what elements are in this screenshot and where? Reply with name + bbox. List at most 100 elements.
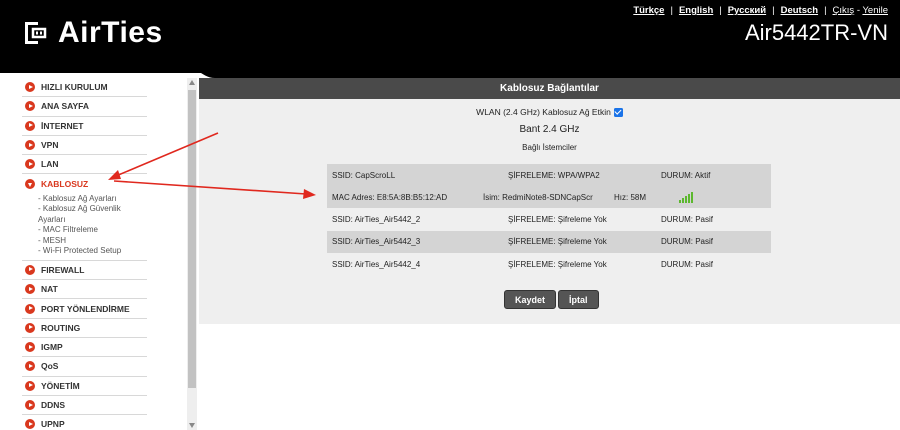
ssid-row: SSID: AirTies_Air5442_4 ŞİFRELEME: Şifre… bbox=[327, 253, 771, 276]
subnav-mac-filter[interactable]: - MAC Filtreleme bbox=[38, 225, 147, 236]
ssid-row: SSID: AirTies_Air5442_2 ŞİFRELEME: Şifre… bbox=[327, 208, 771, 231]
scroll-up-icon[interactable] bbox=[189, 80, 195, 85]
ssid-name: SSID: CapScroLL bbox=[332, 170, 396, 180]
ssid-status: DURUM: Pasif bbox=[661, 259, 714, 269]
nav-label: HIZLI KURULUM bbox=[41, 82, 108, 93]
ssid-security: ŞİFRELEME: Şifreleme Yok bbox=[508, 214, 607, 224]
arrow-right-icon bbox=[25, 284, 35, 295]
arrow-right-icon bbox=[25, 380, 35, 391]
lang-turkish-link[interactable]: Türkçe bbox=[633, 5, 664, 16]
ssid-row: SSID: CapScroLL ŞİFRELEME: WPA/WPA2 DURU… bbox=[327, 164, 771, 208]
panel-title: Kablosuz Bağlantılar bbox=[199, 78, 900, 99]
arrow-right-icon bbox=[25, 264, 35, 275]
nav-label: YÖNETİM bbox=[41, 380, 80, 391]
model-name: Air5442TR-VN bbox=[744, 20, 888, 45]
arrow-right-icon bbox=[25, 361, 35, 372]
client-mac: MAC Adres: E8:5A:8B:B5:12:AD bbox=[332, 192, 448, 202]
nav-item-firewall[interactable]: FIREWALL bbox=[22, 261, 147, 281]
ssid-row: SSID: AirTies_Air5442_3 ŞİFRELEME: Şifre… bbox=[327, 230, 771, 253]
ssid-name: SSID: AirTies_Air5442_2 bbox=[332, 214, 421, 224]
nav-item-quick-setup[interactable]: HIZLI KURULUM bbox=[22, 78, 147, 98]
nav-label: KABLOSUZ bbox=[41, 179, 89, 190]
ssid-name: SSID: AirTies_Air5442_4 bbox=[332, 259, 421, 269]
subnav-wireless-security[interactable]: - Kablosuz Ağ Güvenlik Ayarları bbox=[38, 204, 147, 225]
nav-label: DDNS bbox=[41, 400, 66, 410]
subnav-wireless-settings[interactable]: - Kablosuz Ağ Ayarları bbox=[38, 194, 147, 205]
logout-refresh-separator: - bbox=[856, 5, 860, 16]
nav-label: ANA SAYFA bbox=[41, 101, 90, 112]
airties-logo: AirTies bbox=[22, 16, 163, 50]
scroll-down-icon[interactable] bbox=[189, 423, 195, 428]
nav-label: IGMP bbox=[41, 342, 63, 353]
ssid-status: DURUM: Aktif bbox=[661, 170, 711, 180]
nav-label: QoS bbox=[41, 361, 59, 372]
nav-label: LAN bbox=[41, 159, 59, 170]
wireless-submenu: - Kablosuz Ağ Ayarları - Kablosuz Ağ Güv… bbox=[22, 194, 147, 261]
arrow-right-icon bbox=[25, 101, 35, 112]
wlan-enable-label: WLAN (2.4 GHz) Kablosuz Ağ Etkin bbox=[476, 107, 611, 117]
arrow-right-icon bbox=[25, 120, 35, 131]
nav-item-management[interactable]: YÖNETİM bbox=[22, 377, 147, 396]
nav-label: UPNP bbox=[41, 419, 65, 430]
nav-label: FIREWALL bbox=[41, 264, 85, 275]
arrow-right-icon bbox=[25, 342, 35, 353]
nav-label: ROUTING bbox=[41, 322, 81, 333]
ssid-security: ŞİFRELEME: Şifreleme Yok bbox=[508, 259, 607, 269]
sidebar-nav: HIZLI KURULUM ANA SAYFA İNTERNET VPN LAN… bbox=[22, 78, 147, 430]
wireless-connections-panel: Kablosuz Bağlantılar WLAN (2.4 GHz) Kabl… bbox=[199, 78, 900, 324]
arrow-right-icon bbox=[25, 400, 35, 410]
ssid-table: SSID: CapScroLL ŞİFRELEME: WPA/WPA2 DURU… bbox=[327, 164, 771, 276]
nav-item-nat[interactable]: NAT bbox=[22, 280, 147, 300]
ssid-name: SSID: AirTies_Air5442_3 bbox=[332, 237, 421, 247]
nav-item-qos[interactable]: QoS bbox=[22, 357, 147, 377]
arrow-down-icon bbox=[25, 179, 35, 190]
ssid-status: DURUM: Pasif bbox=[661, 237, 714, 247]
logo-text: AirTies bbox=[58, 16, 163, 49]
arrow-right-icon bbox=[25, 419, 35, 430]
logo-icon bbox=[25, 22, 47, 44]
arrow-right-icon bbox=[25, 322, 35, 333]
subnav-wps[interactable]: - Wi-Fi Protected Setup bbox=[38, 246, 147, 257]
logout-link[interactable]: Çıkış bbox=[833, 5, 855, 16]
band-label: Bant 2.4 GHz bbox=[519, 124, 580, 135]
nav-label: VPN bbox=[41, 140, 59, 151]
arrow-right-icon bbox=[25, 303, 35, 314]
ssid-status: DURUM: Pasif bbox=[661, 214, 714, 224]
nav-label: İNTERNET bbox=[41, 120, 84, 131]
header-curve bbox=[0, 58, 900, 78]
sidebar-scrollbar-thumb[interactable] bbox=[188, 90, 196, 388]
language-bar: Türkçe | English | Русский | Deutsch | Çıkış - Y… bbox=[633, 5, 888, 16]
nav-item-internet[interactable]: İNTERNET bbox=[22, 117, 147, 136]
arrow-right-icon bbox=[25, 82, 35, 93]
arrow-right-icon bbox=[25, 159, 35, 170]
nav-label: PORT YÖNLENDİRME bbox=[41, 303, 130, 314]
save-button[interactable]: Kaydet bbox=[504, 290, 557, 309]
nav-item-port-forwarding[interactable]: PORT YÖNLENDİRME bbox=[22, 299, 147, 319]
cancel-button[interactable]: İptal bbox=[558, 290, 599, 309]
nav-item-home[interactable]: ANA SAYFA bbox=[22, 97, 147, 117]
connected-clients-title: Bağlı İstemciler bbox=[522, 143, 577, 152]
lang-russian-link[interactable]: Русский bbox=[728, 5, 766, 16]
client-row: MAC Adres: E8:5A:8B:B5:12:AD İsim: Redmi… bbox=[327, 186, 771, 208]
client-speed: Hız: 58M bbox=[614, 192, 647, 202]
form-buttons: Kaydet İptal bbox=[504, 290, 599, 309]
ssid-security: ŞİFRELEME: Şifreleme Yok bbox=[508, 237, 607, 247]
nav-label: NAT bbox=[41, 284, 58, 295]
nav-item-ddns[interactable]: DDNS bbox=[22, 396, 147, 416]
wlan-enable-checkbox[interactable] bbox=[613, 107, 623, 117]
subnav-mesh[interactable]: - MESH bbox=[38, 236, 147, 247]
refresh-link[interactable]: Yenile bbox=[862, 5, 888, 16]
nav-item-igmp[interactable]: IGMP bbox=[22, 338, 147, 358]
nav-item-lan[interactable]: LAN bbox=[22, 155, 147, 175]
ssid-security: ŞİFRELEME: WPA/WPA2 bbox=[508, 170, 600, 180]
lang-german-link[interactable]: Deutsch bbox=[781, 5, 818, 16]
nav-item-wireless[interactable]: KABLOSUZ bbox=[22, 174, 147, 193]
arrow-right-icon bbox=[25, 140, 35, 151]
signal-strength-icon bbox=[679, 192, 693, 203]
nav-item-routing[interactable]: ROUTING bbox=[22, 319, 147, 338]
client-name: İsim: RedmiNote8-SDNCapScr bbox=[483, 192, 593, 202]
wlan-enable-row: WLAN (2.4 GHz) Kablosuz Ağ Etkin bbox=[199, 107, 900, 117]
nav-item-vpn[interactable]: VPN bbox=[22, 136, 147, 156]
lang-english-link[interactable]: English bbox=[679, 5, 713, 16]
nav-item-upnp[interactable]: UPNP bbox=[22, 415, 147, 430]
